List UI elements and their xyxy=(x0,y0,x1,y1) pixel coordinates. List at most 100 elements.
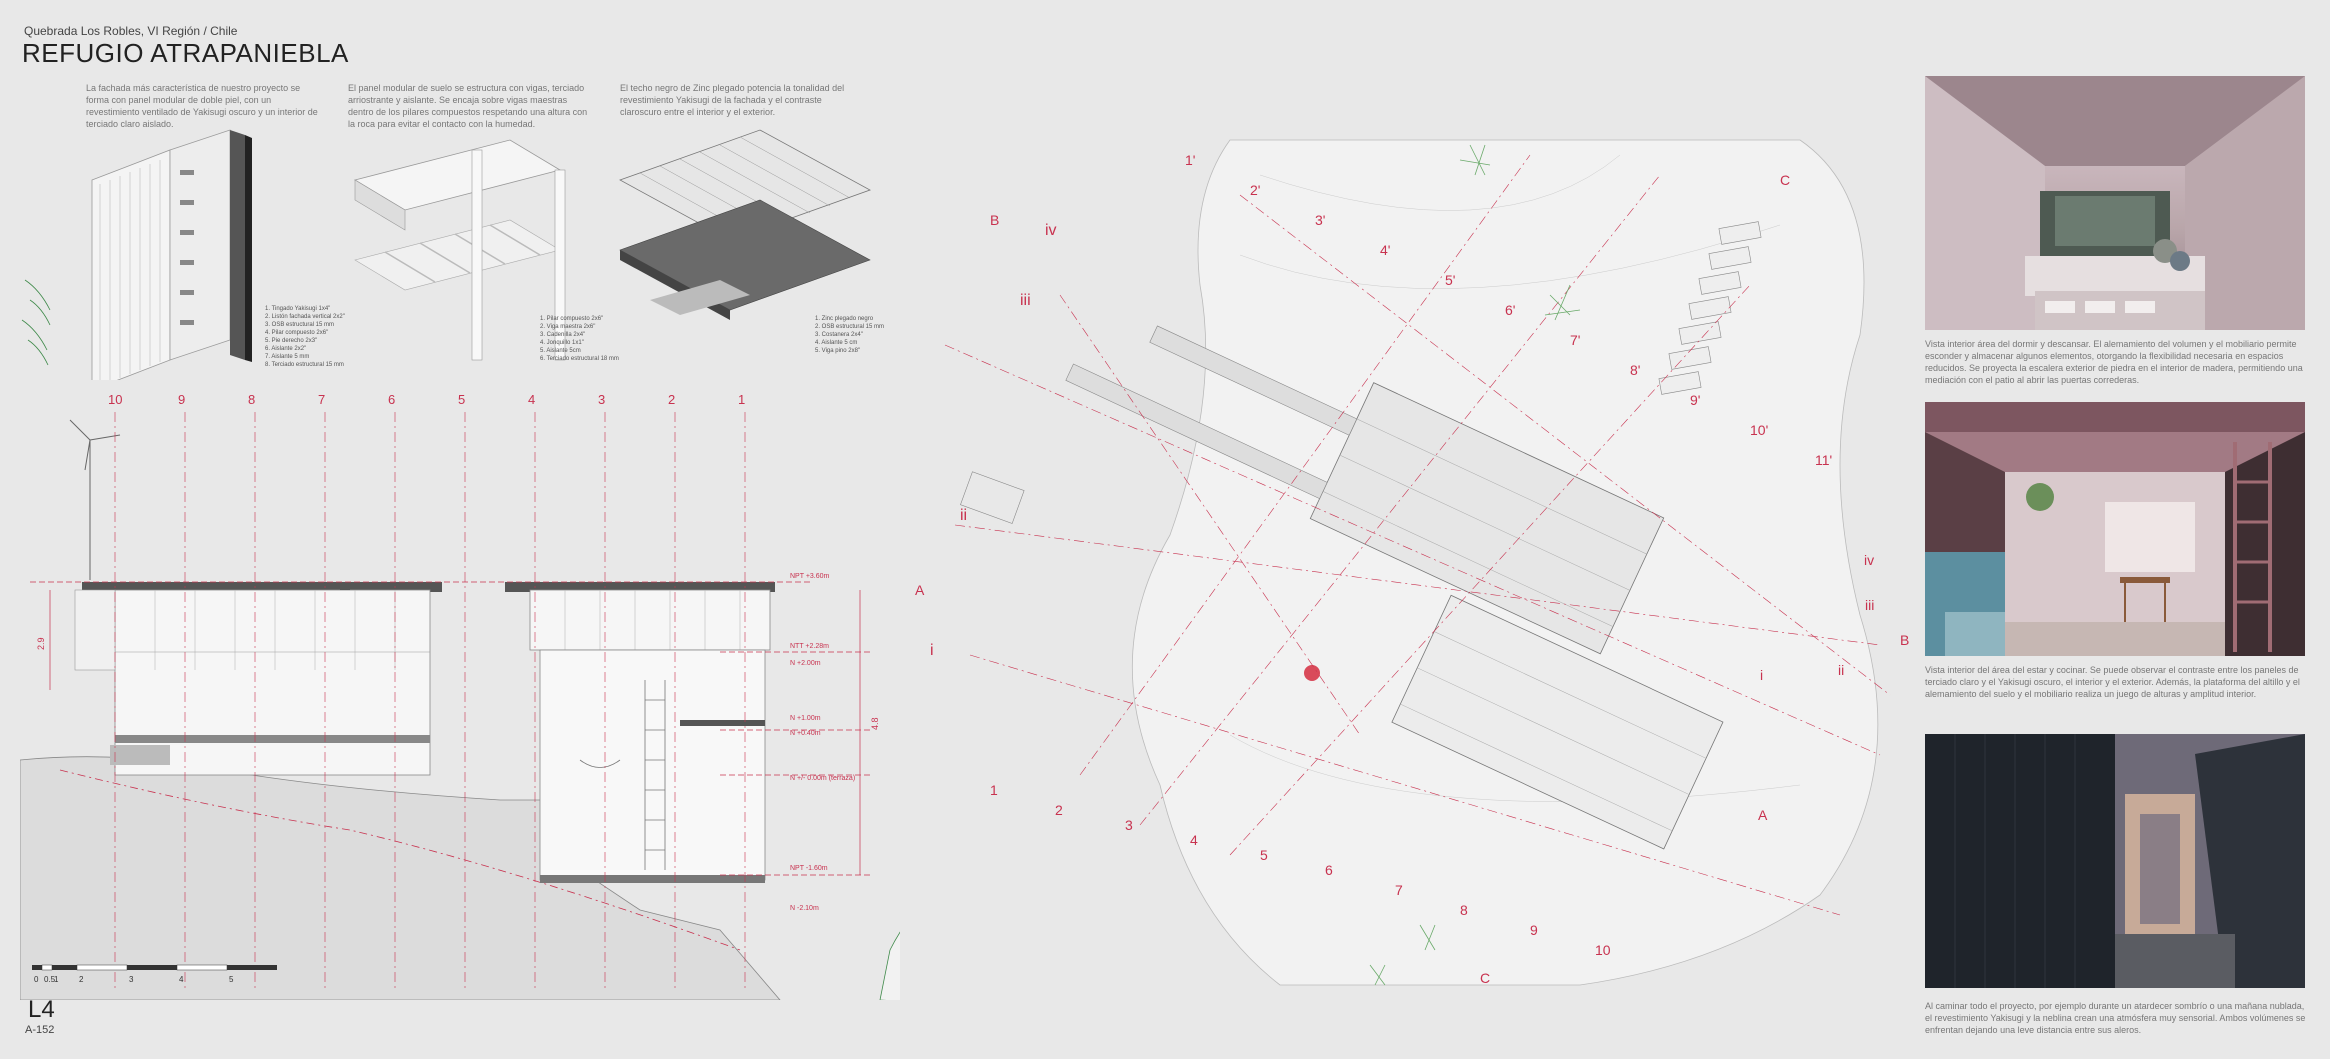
plan-axis-label: 9 xyxy=(1530,922,1538,938)
level-label: N +1.00m xyxy=(790,715,821,722)
render-exterior-caption: Al caminar todo el proyecto, por ejemplo… xyxy=(1925,1001,2306,1035)
facade-legend: 1. Tingado Yakisugi 1x4" 2. Listón facha… xyxy=(265,306,345,368)
svg-text:3. OSB estructural 15 mm: 3. OSB estructural 15 mm xyxy=(265,322,334,328)
level-label: NPT +3.60m xyxy=(790,573,830,580)
plan-axis-label: 5' xyxy=(1445,272,1455,288)
section-axis-label: 4 xyxy=(528,392,535,407)
roof-legend: 1. Zinc plegado negro 2. OSB estructural… xyxy=(815,316,884,354)
level-label: N +/- 0.00m (terraza) xyxy=(790,775,855,782)
svg-text:4. Aislante 5 cm: 4. Aislante 5 cm xyxy=(815,340,857,346)
svg-text:8. Terciado estructural 15 mm: 8. Terciado estructural 15 mm xyxy=(265,362,344,368)
plan-axis-label: 3' xyxy=(1315,212,1325,228)
svg-text:2. Viga maestra 2x6": 2. Viga maestra 2x6" xyxy=(540,324,595,330)
section-axis-label: 7 xyxy=(318,392,325,407)
render-kitchen xyxy=(1925,402,2305,656)
svg-text:1. Tingado Yakisugi 1x4": 1. Tingado Yakisugi 1x4" xyxy=(265,306,330,312)
render-bedroom xyxy=(1925,76,2305,330)
scale-tick-label: 3 xyxy=(129,975,134,984)
section-axis-label: 9 xyxy=(178,392,185,407)
plan-axis-label: 5 xyxy=(1260,847,1268,863)
svg-text:5. Aislante 5cm: 5. Aislante 5cm xyxy=(540,348,581,354)
plan-axis-label: 6' xyxy=(1505,302,1515,318)
plan-axis-label: 11' xyxy=(1815,452,1832,468)
svg-text:2. OSB estructural 15 mm: 2. OSB estructural 15 mm xyxy=(815,324,884,330)
axonometric-details: 1. Tingado Yakisugi 1x4" 2. Listón facha… xyxy=(21,129,884,380)
scale-tick-label: 4 xyxy=(179,975,184,984)
svg-text:5. Pie derecho 2x3": 5. Pie derecho 2x3" xyxy=(265,338,317,344)
fern-decoration xyxy=(21,279,51,366)
plan-axis-label: 7' xyxy=(1570,332,1580,348)
plan-axis-label: 1' xyxy=(1185,152,1195,168)
level-label: N +0.40m xyxy=(790,730,821,737)
site-marker xyxy=(1304,665,1320,681)
plan-axis-label: 9' xyxy=(1690,392,1700,408)
svg-text:7. Aislante 5 mm: 7. Aislante 5 mm xyxy=(265,354,309,360)
svg-text:4. Jonquillo 1x1": 4. Jonquillo 1x1" xyxy=(540,340,584,346)
plan-axis-label: 6 xyxy=(1325,862,1333,878)
dim-right: 4.8 xyxy=(870,717,880,730)
svg-text:3. Costanera 2x4": 3. Costanera 2x4" xyxy=(815,332,863,338)
section-cut-mark: B xyxy=(990,212,999,228)
render-kitchen-caption: Vista interior del área del estar y coci… xyxy=(1925,665,2300,699)
svg-text:5. Viga pino 2x8": 5. Viga pino 2x8" xyxy=(815,348,860,354)
svg-text:4. Pilar compuesto 2x6": 4. Pilar compuesto 2x6" xyxy=(265,330,328,336)
section-axis-label: 10 xyxy=(108,392,122,407)
level-label: NPT -1.60m xyxy=(790,865,828,872)
sheet-code: L4 xyxy=(28,996,55,1023)
render-exterior xyxy=(1925,734,2305,988)
svg-text:1. Zinc plegado negro: 1. Zinc plegado negro xyxy=(815,316,874,322)
plan-axis-label: 3 xyxy=(1125,817,1133,833)
plan-roman-axis: ii xyxy=(960,507,967,524)
scale-tick-label: 5 xyxy=(229,975,234,984)
svg-text:6. Terciado estructural 18 mm: 6. Terciado estructural 18 mm xyxy=(540,356,619,362)
section-axis-label: 2 xyxy=(668,392,675,407)
section-axis-label: 8 xyxy=(248,392,255,407)
section-volume-1 xyxy=(74,582,442,776)
plan-roman-axis: iv xyxy=(1864,552,1874,568)
plan-roman-axis: iii xyxy=(1020,292,1031,309)
level-label: N -2.10m xyxy=(790,905,819,912)
section-axis-label: 3 xyxy=(598,392,605,407)
plan-axis-label: 4 xyxy=(1190,832,1198,848)
svg-text:6. Aislante 2x2": 6. Aislante 2x2" xyxy=(265,346,306,352)
svg-text:2. Listón fachada vertical 2x2: 2. Listón fachada vertical 2x2" xyxy=(265,314,345,320)
plan-axis-label: 1 xyxy=(990,782,998,798)
render-bedroom-caption: Vista interior área del dormir y descans… xyxy=(1925,339,2303,385)
plan-axis-label: 8' xyxy=(1630,362,1640,378)
site-plan: 1'2'3'4'5'6'7'8'9'10'11'12345678910iiiii… xyxy=(915,139,1909,986)
section-axis-label: 1 xyxy=(738,392,745,407)
plan-roman-axis: i xyxy=(930,642,934,659)
section-cut-mark: A xyxy=(1758,807,1768,823)
floor-legend: 1. Pilar compuesto 2x6" 2. Viga maestra … xyxy=(540,316,619,362)
section-cut-mark: B xyxy=(1900,632,1909,648)
plan-roman-axis: iii xyxy=(1865,597,1874,613)
section-cut-mark: A xyxy=(915,582,925,598)
building-section: 10 9 8 7 6 5 4 3 2 1 2.9 4.8 NPT +3.60m NTT +2.28… xyxy=(20,392,900,1000)
shrub-decoration xyxy=(879,931,900,1000)
plan-axis-label: 8 xyxy=(1460,902,1468,918)
svg-text:1. Pilar compuesto 2x6": 1. Pilar compuesto 2x6" xyxy=(540,316,603,322)
plan-axis-label: 7 xyxy=(1395,882,1403,898)
project-location: Quebrada Los Robles, VI Región / Chile xyxy=(24,24,238,38)
svg-text:3. Cadenilla 2x4": 3. Cadenilla 2x4" xyxy=(540,332,585,338)
plan-axis-label: 4' xyxy=(1380,242,1390,258)
roof-panel-axo xyxy=(619,129,871,320)
section-cut-mark: C xyxy=(1480,970,1490,986)
plan-axis-label: 10 xyxy=(1595,942,1611,958)
dim-left: 2.9 xyxy=(36,637,46,650)
wind-turbine xyxy=(69,419,121,580)
plan-roman-axis: iv xyxy=(1045,222,1057,239)
section-cut-mark: C xyxy=(1780,172,1790,188)
plan-axis-label: 2' xyxy=(1250,182,1260,198)
facade-panel-axo xyxy=(91,129,252,380)
project-title: REFUGIO ATRAPANIEBLA xyxy=(22,38,349,68)
sheet-number: A-152 xyxy=(25,1024,55,1036)
section-axis-label: 5 xyxy=(458,392,465,407)
plan-roman-axis: i xyxy=(1760,667,1763,683)
plan-roman-axis: ii xyxy=(1838,662,1844,678)
scale-tick-label: 2 xyxy=(79,975,84,984)
scale-tick-label: 0 xyxy=(34,975,39,984)
plan-axis-label: 2 xyxy=(1055,802,1063,818)
scale-tick-label: 1 xyxy=(54,975,59,984)
plan-axis-label: 10' xyxy=(1750,422,1768,438)
